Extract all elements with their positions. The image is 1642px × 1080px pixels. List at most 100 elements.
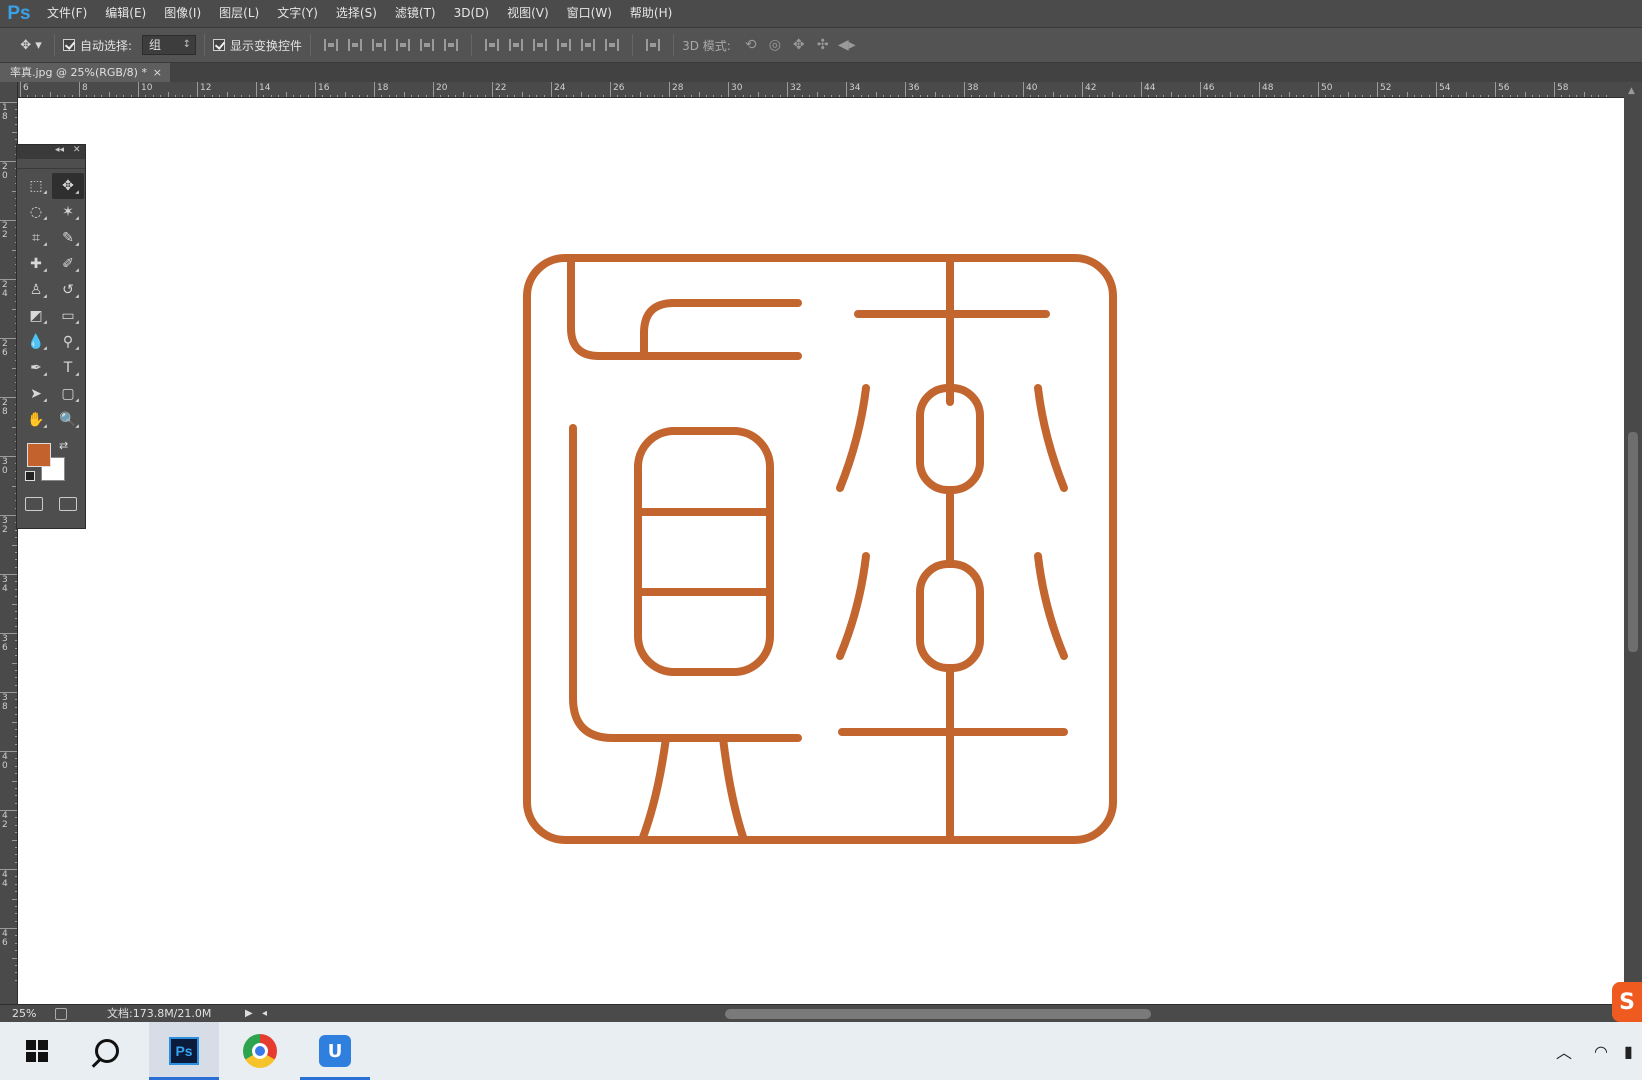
menu-help[interactable]: 帮助(H) bbox=[621, 0, 681, 27]
distribute-bottom-icon[interactable] bbox=[528, 34, 552, 56]
ruler-tick bbox=[492, 82, 493, 97]
close-icon[interactable]: × bbox=[153, 63, 162, 82]
start-button[interactable] bbox=[2, 1022, 72, 1080]
distribute-vcenter-icon[interactable] bbox=[504, 34, 528, 56]
screen-mode-icon[interactable] bbox=[59, 497, 77, 511]
move-tool-preset-icon[interactable]: ✥ ▾ bbox=[16, 34, 46, 56]
ruler-tick bbox=[256, 82, 257, 97]
marquee-tool-icon[interactable]: ⬚ bbox=[20, 173, 52, 199]
power-icon[interactable]: ▮ bbox=[1624, 1022, 1633, 1080]
zoom-level[interactable]: 25% bbox=[12, 1005, 36, 1023]
hand-tool-icon[interactable]: ✋ bbox=[20, 407, 52, 433]
gradient-tool-icon[interactable]: ▭ bbox=[52, 303, 84, 329]
ruler-h-label: 30 bbox=[731, 83, 743, 93]
zoom-tool-icon[interactable]: 🔍 bbox=[52, 407, 84, 433]
menu-3d[interactable]: 3D(D) bbox=[445, 0, 498, 27]
ruler-tick bbox=[197, 82, 198, 97]
document-tab[interactable]: 率真.jpg @ 25%(RGB/8) * × bbox=[0, 63, 170, 82]
taskbar-photoshop[interactable]: Ps bbox=[149, 1022, 219, 1080]
ruler-h-label: 40 bbox=[1026, 83, 1038, 93]
vertical-scrollbar[interactable]: ▲ bbox=[1624, 82, 1642, 1004]
brush-tool-icon[interactable]: ✐ bbox=[52, 251, 84, 277]
pen-tool-icon[interactable]: ✒ bbox=[20, 355, 52, 381]
sogou-ime-icon[interactable]: S bbox=[1612, 982, 1642, 1022]
vertical-scroll-thumb[interactable] bbox=[1628, 432, 1638, 652]
tools-panel-grip[interactable] bbox=[17, 159, 85, 169]
status-info-icon[interactable] bbox=[55, 1008, 67, 1020]
swap-colors-icon[interactable]: ⇄ bbox=[59, 439, 68, 452]
menu-select[interactable]: 选择(S) bbox=[327, 0, 386, 27]
auto-select-dropdown[interactable]: 组 bbox=[142, 35, 197, 55]
options-separator bbox=[673, 34, 675, 56]
taskbar-u-app[interactable]: U bbox=[300, 1022, 370, 1080]
show-transform-checkbox[interactable] bbox=[213, 39, 226, 51]
horizontal-scroll-thumb[interactable] bbox=[725, 1009, 1151, 1019]
tools-panel-header[interactable]: ◂◂ ✕ bbox=[17, 145, 85, 159]
quick-mask-icon[interactable] bbox=[25, 497, 43, 511]
magic-wand-tool-icon[interactable]: ✶ bbox=[52, 199, 84, 225]
close-icon[interactable]: ✕ bbox=[73, 145, 81, 155]
align-vcenter-icon[interactable] bbox=[343, 34, 367, 56]
seal-stroke bbox=[836, 384, 870, 492]
history-brush-tool-icon[interactable]: ↺ bbox=[52, 277, 84, 303]
menu-edit[interactable]: 编辑(E) bbox=[96, 0, 155, 27]
path-selection-tool-icon[interactable]: ➤ bbox=[20, 381, 52, 407]
move-tool-icon[interactable]: ✥ bbox=[52, 173, 84, 199]
shape-tool-icon[interactable]: ▢ bbox=[52, 381, 84, 407]
crop-tool-icon[interactable]: ⌗ bbox=[20, 225, 52, 251]
rotate-3d-icon[interactable]: ⟲ bbox=[739, 37, 763, 53]
seal-artwork bbox=[523, 254, 1117, 844]
menu-type[interactable]: 文字(Y) bbox=[268, 0, 327, 27]
document-info[interactable]: 文档:173.8M/21.0M bbox=[107, 1005, 211, 1023]
seal-box bbox=[634, 427, 774, 676]
tray-chevron-icon[interactable]: ︿ bbox=[1556, 1022, 1572, 1080]
eyedropper-tool-icon[interactable]: ✎ bbox=[52, 225, 84, 251]
document-canvas[interactable] bbox=[18, 98, 1624, 1004]
auto-align-icon[interactable] bbox=[641, 34, 665, 56]
distribute-top-icon[interactable] bbox=[480, 34, 504, 56]
ruler-v-label: 46 bbox=[2, 929, 8, 948]
clone-stamp-tool-icon[interactable]: ♙ bbox=[20, 277, 52, 303]
collapse-icon[interactable]: ◂◂ bbox=[55, 145, 64, 155]
menu-view[interactable]: 视图(V) bbox=[498, 0, 558, 27]
auto-select-checkbox[interactable] bbox=[63, 39, 75, 51]
seal-stroke bbox=[719, 734, 748, 844]
eraser-tool-icon[interactable]: ◩ bbox=[20, 303, 52, 329]
seal-stroke bbox=[569, 424, 802, 742]
drag-3d-icon[interactable]: ✥ bbox=[787, 37, 811, 53]
windows-taskbar: Ps U ︿ ◠ ▮ bbox=[0, 1022, 1642, 1080]
scroll-left-icon[interactable]: ◂ bbox=[262, 1005, 267, 1023]
status-menu-arrow-icon[interactable]: ▶ bbox=[245, 1005, 253, 1023]
search-button[interactable] bbox=[72, 1022, 142, 1080]
roll-3d-icon[interactable]: ◎ bbox=[763, 37, 787, 53]
scroll-up-icon[interactable]: ▲ bbox=[1628, 86, 1635, 96]
menu-layer[interactable]: 图层(L) bbox=[210, 0, 268, 27]
taskbar-chrome[interactable] bbox=[225, 1022, 295, 1080]
ruler-h-label: 22 bbox=[495, 83, 507, 93]
menu-filter[interactable]: 滤镜(T) bbox=[386, 0, 445, 27]
menu-image[interactable]: 图像(I) bbox=[155, 0, 210, 27]
distribute-left-icon[interactable] bbox=[552, 34, 576, 56]
menu-window[interactable]: 窗口(W) bbox=[558, 0, 621, 27]
type-tool-icon[interactable]: T bbox=[52, 355, 84, 381]
menu-file[interactable]: 文件(F) bbox=[38, 0, 96, 27]
lasso-tool-icon[interactable]: ◌ bbox=[20, 199, 52, 225]
distribute-hcenter-icon[interactable] bbox=[576, 34, 600, 56]
options-separator bbox=[632, 34, 634, 56]
slide-3d-icon[interactable]: ✣ bbox=[811, 37, 835, 53]
wifi-icon[interactable]: ◠ bbox=[1594, 1022, 1608, 1080]
align-hcenter-icon[interactable] bbox=[415, 34, 439, 56]
blur-tool-icon[interactable]: 💧 bbox=[20, 329, 52, 355]
align-right-icon[interactable] bbox=[439, 34, 463, 56]
horizontal-ruler[interactable]: 6 8 10 12 14 16 18 20 22 24 26 28 30 32 34 36 38 40 42 44 46… bbox=[18, 82, 1624, 98]
default-colors-icon[interactable] bbox=[25, 471, 35, 481]
ruler-h-label: 58 bbox=[1557, 83, 1569, 93]
align-left-icon[interactable] bbox=[391, 34, 415, 56]
distribute-right-icon[interactable] bbox=[600, 34, 624, 56]
healing-brush-tool-icon[interactable]: ✚ bbox=[20, 251, 52, 277]
scale-3d-icon[interactable]: ◀▸ bbox=[835, 37, 859, 53]
align-bottom-icon[interactable] bbox=[367, 34, 391, 56]
dodge-tool-icon[interactable]: ⚲ bbox=[52, 329, 84, 355]
align-top-icon[interactable] bbox=[319, 34, 343, 56]
foreground-color-swatch[interactable] bbox=[27, 443, 51, 467]
